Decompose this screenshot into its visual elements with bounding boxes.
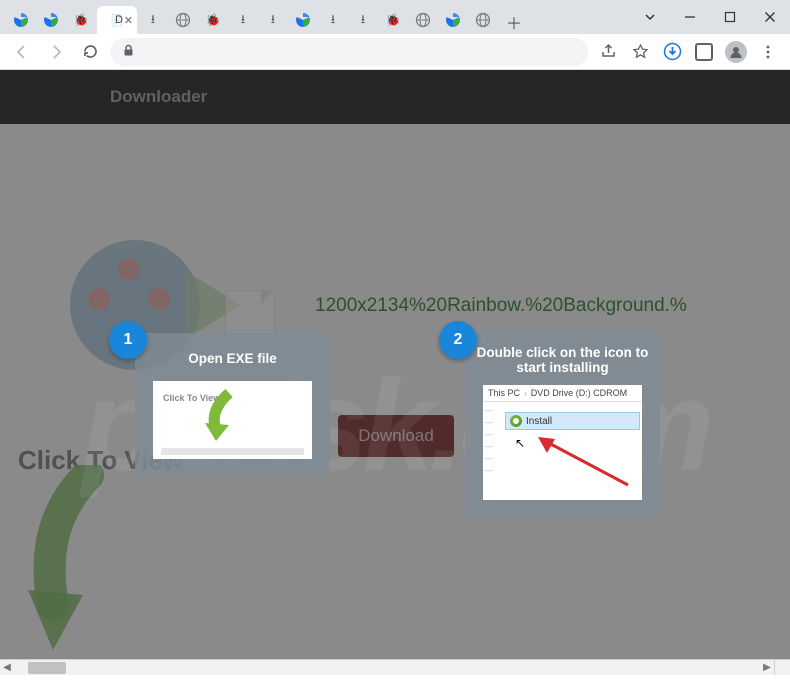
lock-icon xyxy=(122,44,135,60)
globe-icon xyxy=(175,12,191,28)
scroll-corner xyxy=(774,659,790,675)
download-icon: ⭳ xyxy=(355,12,371,28)
share-button[interactable] xyxy=(594,38,622,66)
globe-icon xyxy=(415,12,431,28)
step-badge: 2 xyxy=(439,321,477,359)
downloads-button[interactable] xyxy=(658,38,686,66)
download-icon: ⭳ xyxy=(325,12,341,28)
installer-icon xyxy=(510,415,522,427)
breadcrumb: This PC › DVD Drive (D:) CDROM xyxy=(483,385,642,402)
instruction-card-1: 1 Open EXE file Click To View xyxy=(135,333,330,477)
browser-tab[interactable] xyxy=(7,6,35,34)
browser-tab[interactable]: ⭳ xyxy=(259,6,287,34)
download-icon: ⭳ xyxy=(265,12,281,28)
recaptcha-icon xyxy=(43,12,59,28)
bug-icon: 🐞 xyxy=(385,12,401,28)
browser-tab[interactable]: ⭳ xyxy=(319,6,347,34)
globe-icon xyxy=(475,12,491,28)
chevron-right-icon: › xyxy=(524,389,527,398)
cursor-icon: ↖ xyxy=(515,436,525,450)
scroll-left-icon[interactable]: ◀ xyxy=(0,662,14,673)
tabs-dropdown-button[interactable] xyxy=(630,2,670,32)
browser-tab-active[interactable]: 📄 D ✕ xyxy=(97,6,137,34)
back-button[interactable] xyxy=(8,38,36,66)
url-input[interactable] xyxy=(110,38,588,66)
browser-tab[interactable] xyxy=(409,6,437,34)
instruction-card-2: 2 Double click on the icon to start inst… xyxy=(465,333,660,518)
tab-label: D xyxy=(115,14,123,26)
browser-tab[interactable]: ⭳ xyxy=(139,6,167,34)
minimize-button[interactable] xyxy=(670,2,710,32)
forward-button[interactable] xyxy=(42,38,70,66)
address-bar xyxy=(0,34,790,70)
explorer-sidebar: —————— xyxy=(485,406,503,478)
extensions-button[interactable] xyxy=(690,38,718,66)
browser-tab[interactable]: 🐞 xyxy=(67,6,95,34)
reload-button[interactable] xyxy=(76,38,104,66)
tab-strip: 🐞 📄 D ✕ ⭳ 🐞 ⭳ ⭳ ⭳ ⭳ 🐞 ＋ xyxy=(0,0,630,34)
maximize-button[interactable] xyxy=(710,2,750,32)
browser-tab[interactable] xyxy=(469,6,497,34)
browser-tab[interactable] xyxy=(439,6,467,34)
download-icon: ⭳ xyxy=(235,12,251,28)
card-title: Double click on the icon to start instal… xyxy=(465,333,660,385)
red-arrow-icon xyxy=(533,435,633,490)
bookmark-button[interactable] xyxy=(626,38,654,66)
install-label: Install xyxy=(526,416,552,427)
install-item: Install xyxy=(505,412,640,430)
recaptcha-icon xyxy=(295,12,311,28)
recaptcha-icon xyxy=(445,12,461,28)
close-window-button[interactable] xyxy=(750,2,790,32)
breadcrumb-root: This PC xyxy=(488,388,520,398)
modal-overlay[interactable] xyxy=(0,70,790,675)
new-tab-button[interactable]: ＋ xyxy=(502,10,526,34)
scroll-right-icon[interactable]: ▶ xyxy=(760,662,774,673)
menu-button[interactable] xyxy=(754,38,782,66)
page-content: Downloader 1200x2134%20Rainbow.%20Backgr… xyxy=(0,70,790,675)
horizontal-scrollbar[interactable]: ◀ ▶ xyxy=(0,659,774,675)
profile-button[interactable] xyxy=(722,38,750,66)
curved-arrow-icon xyxy=(201,389,241,444)
browser-tab[interactable] xyxy=(37,6,65,34)
browser-tab[interactable]: 🐞 xyxy=(379,6,407,34)
browser-tab[interactable] xyxy=(169,6,197,34)
card-preview: This PC › DVD Drive (D:) CDROM —————— In… xyxy=(483,385,642,500)
card-preview: Click To View xyxy=(153,381,312,459)
browser-tab[interactable]: 🐞 xyxy=(199,6,227,34)
browser-tab[interactable]: ⭳ xyxy=(349,6,377,34)
bug-icon: 🐞 xyxy=(205,12,221,28)
window-titlebar: 🐞 📄 D ✕ ⭳ 🐞 ⭳ ⭳ ⭳ ⭳ 🐞 ＋ xyxy=(0,0,790,34)
download-icon: ⭳ xyxy=(145,12,161,28)
card-title: Open EXE file xyxy=(135,333,330,381)
close-icon[interactable]: ✕ xyxy=(124,14,133,27)
breadcrumb-drive: DVD Drive (D:) CDROM xyxy=(531,388,628,398)
toolbar-right xyxy=(594,38,782,66)
browser-tab[interactable]: ⭳ xyxy=(229,6,257,34)
window-controls xyxy=(630,2,790,32)
scrollbar-thumb[interactable] xyxy=(28,662,66,674)
bug-icon: 🐞 xyxy=(73,12,89,28)
browser-tab[interactable] xyxy=(289,6,317,34)
step-badge: 1 xyxy=(109,321,147,359)
recaptcha-icon xyxy=(13,12,29,28)
